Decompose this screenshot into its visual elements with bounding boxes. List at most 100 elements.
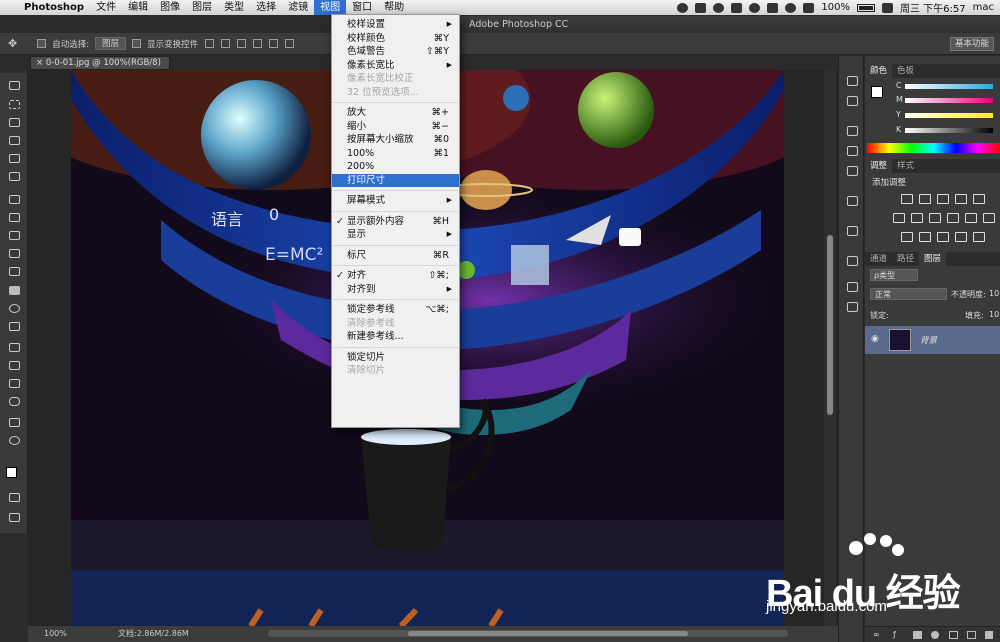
auto-select-checkbox[interactable] [37,39,47,48]
align-bottom-icon[interactable] [237,39,247,48]
menu-layer[interactable]: 图层 [186,0,218,15]
fx-icon[interactable]: ƒ [893,630,896,639]
new-group-icon[interactable] [949,631,958,639]
link-layers-icon[interactable]: ∞ [873,630,880,639]
actions-icon[interactable] [847,96,858,106]
blur-tool-icon[interactable] [9,304,20,313]
foreground-color-swatch[interactable] [6,467,17,478]
align-right-icon[interactable] [285,39,295,48]
auto-select-dropdown[interactable]: 图层 [95,37,127,50]
levels-icon[interactable] [919,194,931,204]
delete-layer-icon[interactable] [985,631,993,639]
channel-m-slider[interactable] [905,98,993,103]
history-icon[interactable] [847,76,858,86]
view-menu-item[interactable]: 色域警告 ⇧⌘Y [332,45,459,59]
opacity-value[interactable]: 10 [989,289,999,298]
view-menu-item[interactable]: 缩小 ⌘− [332,120,459,134]
tab-channels[interactable]: 通道 [865,252,892,266]
menu-filter[interactable]: 滤镜 [282,0,314,15]
view-menu-item[interactable]: 新建参考线... [332,330,459,344]
selective-color-icon[interactable] [973,232,985,242]
path-select-tool-icon[interactable] [9,379,20,388]
view-menu-item[interactable]: 锁定参考线 ⌥⌘; [332,303,459,317]
channel-k-slider[interactable] [905,128,993,133]
paragraph-icon[interactable] [847,146,858,156]
type-tool-icon[interactable] [9,361,20,370]
healing-brush-tool-icon[interactable] [9,195,20,204]
view-menu-item[interactable]: 100% ⌘1 [332,147,459,161]
vibrance-icon[interactable] [973,194,985,204]
horizontal-scrollbar[interactable] [268,630,788,637]
align-center-icon[interactable] [269,39,279,48]
properties-icon[interactable] [847,226,858,236]
eraser-tool-icon[interactable] [9,267,20,276]
show-transform-checkbox[interactable] [132,39,142,48]
zoom-level[interactable]: 100% [44,626,67,642]
black-white-icon[interactable] [929,213,941,223]
new-layer-icon[interactable] [967,631,976,639]
view-menu-item[interactable]: 放大 ⌘+ [332,106,459,120]
notes-icon[interactable] [847,256,858,266]
tab-paths[interactable]: 路径 [892,252,919,266]
fill-value[interactable]: 10 [989,310,999,319]
tab-swatches[interactable]: 色板 [892,64,919,78]
foreground-swatch[interactable] [871,86,883,98]
menu-help[interactable]: 帮助 [378,0,410,15]
add-mask-icon[interactable] [913,631,922,639]
view-menu-item[interactable]: 200% [332,160,459,174]
view-menu-item[interactable]: ✓ 对齐 ⇧⌘; [332,269,459,283]
screen-mode-icon[interactable] [9,513,20,522]
crop-tool-icon[interactable] [9,154,20,163]
tab-layers[interactable]: 图层 [919,252,947,266]
app-status-icon[interactable] [677,2,689,13]
bluetooth-icon[interactable] [767,2,779,13]
view-menu-item[interactable]: 像素长宽比 ▶ [332,59,459,73]
channel-c-slider[interactable] [905,84,993,89]
clone-stamp-tool-icon[interactable] [9,231,20,240]
document-size[interactable]: 文档:2.86M/2.86M [118,626,189,642]
brush-tool-icon[interactable] [9,213,20,222]
lasso-tool-icon[interactable] [9,118,20,127]
shape-tool-icon[interactable] [9,397,20,406]
visibility-eye-icon[interactable]: ◉ [871,334,879,344]
channel-mixer-icon[interactable] [965,213,977,223]
view-menu-item[interactable]: 校样颜色 ⌘Y [332,32,459,46]
paragraph-style-icon[interactable] [847,166,858,176]
view-menu-item[interactable]: 标尺 ⌘R [332,249,459,263]
align-top-icon[interactable] [205,39,215,48]
clock[interactable]: 周三 下午6:57 [900,0,966,15]
character-icon[interactable] [847,126,858,136]
tab-styles[interactable]: 样式 [892,159,919,173]
history-brush-tool-icon[interactable] [9,249,20,258]
view-menu-item[interactable]: ✓ 显示额外内容 ⌘H [332,215,459,229]
view-menu-item[interactable]: 屏幕模式 ▶ [332,194,459,208]
zoom-tool-icon[interactable] [9,436,20,445]
view-menu-item[interactable]: 显示 ▶ [332,228,459,242]
battery-icon[interactable] [856,3,875,12]
gradient-tool-icon[interactable] [9,286,20,295]
hue-saturation-icon[interactable] [893,213,905,223]
move-tool-icon[interactable]: ✥ [8,37,17,50]
close-tab-icon[interactable]: × [36,58,46,68]
menu-image[interactable]: 图像 [154,0,186,15]
menu-app-photoshop[interactable]: Photoshop [18,0,90,15]
menu-window[interactable]: 窗口 [346,0,378,15]
new-adjustment-icon[interactable] [931,631,939,639]
gradient-map-icon[interactable] [955,232,967,242]
dodge-tool-icon[interactable] [9,322,20,331]
qq-icon[interactable] [695,2,707,13]
layer-row-background[interactable]: ◉ 背景 [865,326,1000,354]
photo-filter-icon[interactable] [947,213,959,223]
color-spectrum[interactable] [867,143,1000,153]
tab-color[interactable]: 颜色 [865,64,893,78]
marquee-tool-icon[interactable] [9,100,20,109]
curves-icon[interactable] [937,194,949,204]
move-tool-icon[interactable] [9,81,20,90]
posterize-icon[interactable] [919,232,931,242]
tool-presets-icon[interactable] [847,196,858,206]
view-menu-item[interactable]: 打印尺寸 [332,173,459,187]
blend-mode-dropdown[interactable]: 正常 [870,288,947,300]
workspace-switcher[interactable]: 基本功能 [949,37,994,51]
brightness-icon[interactable] [901,194,913,204]
color-lookup-icon[interactable] [983,213,995,223]
